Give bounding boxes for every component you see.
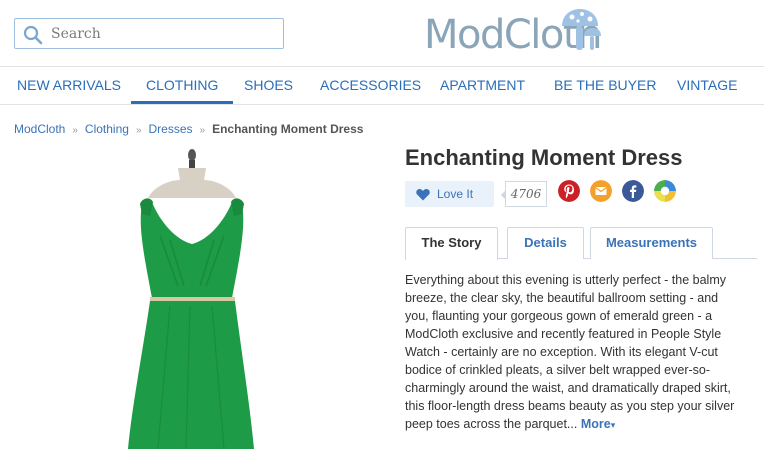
product-image[interactable]: [120, 146, 265, 449]
main-nav: NEW ARRIVALS CLOTHING SHOES ACCESSORIES …: [0, 66, 764, 105]
modcloth-logo[interactable]: ModCloth: [424, 8, 604, 58]
search-box[interactable]: [14, 18, 284, 49]
breadcrumb-modcloth[interactable]: ModCloth: [14, 122, 65, 136]
love-it-button[interactable]: Love It: [405, 181, 494, 207]
pinterest-icon[interactable]: [558, 180, 580, 202]
love-count: 4706: [501, 181, 547, 207]
breadcrumb-separator: »: [72, 125, 78, 136]
breadcrumb-dresses[interactable]: Dresses: [149, 122, 193, 136]
tab-the-story[interactable]: The Story: [405, 227, 498, 260]
tab-details[interactable]: Details: [507, 227, 584, 259]
nav-shoes[interactable]: SHOES: [244, 67, 293, 104]
nav-apartment[interactable]: APARTMENT: [440, 67, 525, 104]
product-description: Everything about this evening is utterly…: [405, 271, 740, 434]
facebook-icon[interactable]: [622, 180, 644, 202]
email-icon[interactable]: [590, 180, 612, 202]
nav-be-the-buyer[interactable]: BE THE BUYER: [554, 67, 656, 104]
search-input[interactable]: [51, 24, 276, 44]
nav-vintage[interactable]: VINTAGE: [677, 67, 737, 104]
site-header: ModCloth: [0, 0, 764, 66]
product-tabs: The Story Details Measurements: [405, 227, 757, 260]
mushroom-icon: [562, 9, 601, 50]
chevron-down-icon[interactable]: ▾: [611, 420, 616, 430]
breadcrumb: ModCloth » Clothing » Dresses » Enchanting Mom…: [14, 122, 363, 136]
product-title: Enchanting Moment Dress: [405, 145, 683, 170]
breadcrumb-current: Enchanting Moment Dress: [212, 122, 364, 136]
google-icon[interactable]: [654, 180, 676, 202]
nav-clothing[interactable]: CLOTHING: [131, 67, 234, 104]
breadcrumb-separator: »: [135, 125, 142, 136]
nav-accessories[interactable]: ACCESSORIES: [320, 67, 421, 104]
nav-new-arrivals[interactable]: NEW ARRIVALS: [17, 67, 121, 104]
description-text: Everything about this evening is utterly…: [405, 273, 735, 431]
breadcrumb-separator: »: [199, 125, 206, 136]
breadcrumb-clothing[interactable]: Clothing: [85, 122, 129, 136]
more-link[interactable]: More: [581, 417, 611, 431]
search-icon[interactable]: [23, 25, 43, 45]
tab-measurements[interactable]: Measurements: [590, 227, 713, 259]
heart-icon: [416, 189, 430, 201]
love-it-label: Love It: [437, 187, 474, 201]
